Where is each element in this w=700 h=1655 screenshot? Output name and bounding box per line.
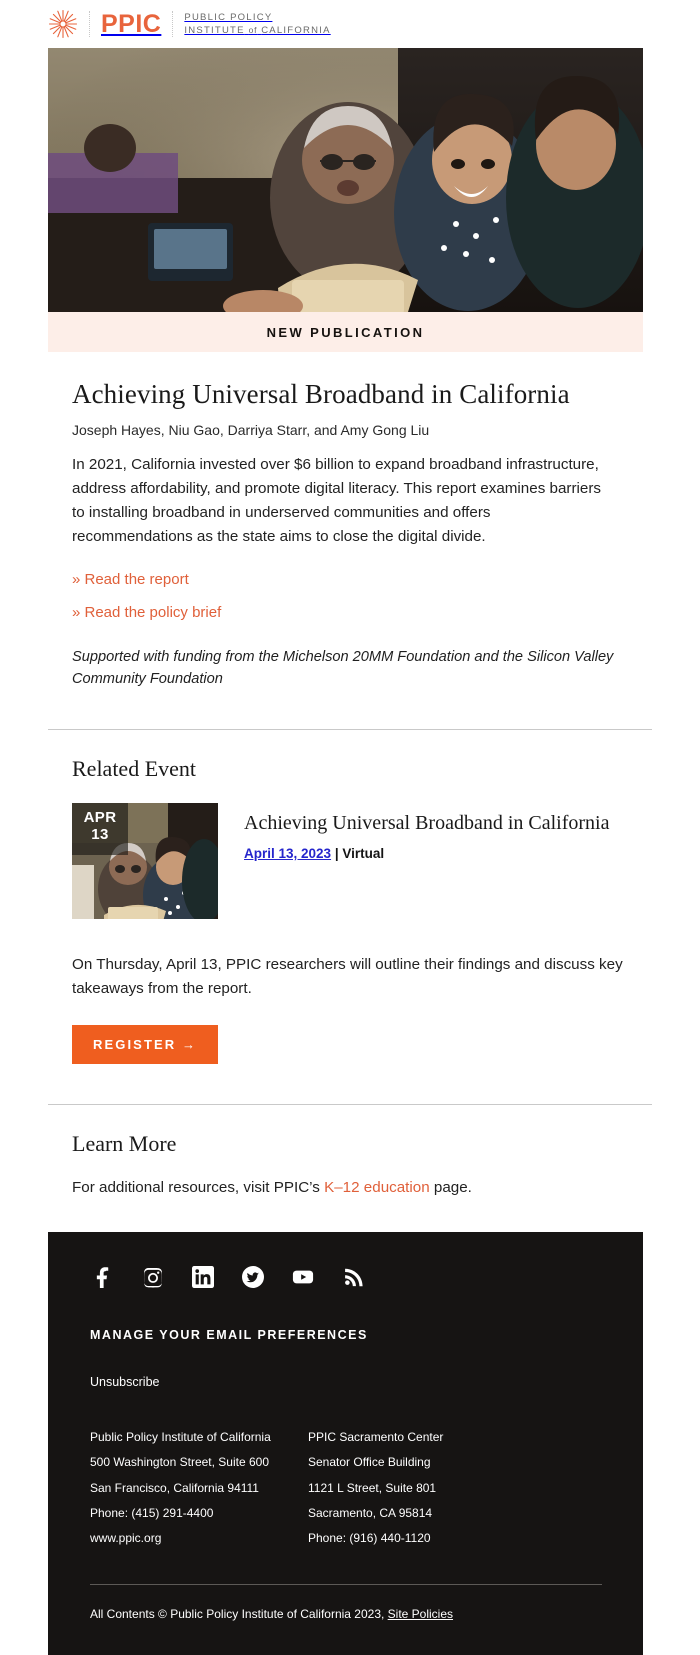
facebook-icon[interactable] — [90, 1264, 116, 1290]
logo-divider-2 — [172, 11, 174, 37]
address-line: Sacramento, CA 95814 — [308, 1505, 433, 1520]
learn-more-text: For additional resources, visit PPIC’s K… — [72, 1176, 640, 1200]
related-event-heading: Related Event — [72, 756, 197, 782]
social-links — [90, 1264, 643, 1290]
read-report-row: » Read the report — [72, 571, 640, 589]
website-link[interactable]: www.ppic.org — [90, 1526, 308, 1551]
logo-divider — [89, 11, 90, 37]
badge-month: APR — [83, 809, 117, 827]
address-line: Public Policy Institute of California — [90, 1429, 271, 1444]
read-policy-brief-link[interactable]: » Read the policy brief — [72, 604, 221, 621]
ppic-wordmark: PPIC — [101, 9, 162, 38]
email-page: PPIC PUBLIC POLICY INSTITUTE of CALIFORN… — [0, 0, 700, 1655]
learn-more-suffix: page. — [429, 1179, 472, 1197]
email-footer: MANAGE YOUR EMAIL PREFERENCES Unsubscrib… — [48, 1231, 643, 1655]
site-policies-link[interactable]: Site Policies — [388, 1607, 453, 1621]
unsubscribe-link[interactable]: Unsubscribe — [90, 1375, 159, 1389]
event-thumbnail[interactable]: APR 13 — [72, 803, 218, 920]
address-line: San Francisco, California 94111 — [90, 1480, 259, 1495]
event-card: APR 13 Achieving Universal Broadband in … — [72, 803, 640, 920]
publication-section: Achieving Universal Broadband in Califor… — [0, 352, 700, 691]
org-name: PUBLIC POLICY INSTITUTE of CALIFORNIA — [184, 11, 330, 38]
address-sacramento: PPIC Sacramento Center Senator Office Bu… — [308, 1425, 443, 1552]
register-button[interactable]: REGISTER → — [72, 1025, 219, 1065]
address-line: Phone: (916) 440-1120 — [308, 1531, 431, 1546]
copyright-text: All Contents © Public Policy Institute o… — [90, 1606, 388, 1621]
read-brief-row: » Read the policy brief — [72, 604, 640, 622]
page-title: Achieving Universal Broadband in Califor… — [72, 379, 570, 409]
section-divider-1 — [48, 729, 652, 731]
k12-education-link[interactable]: K–12 education — [324, 1179, 430, 1196]
learn-more-heading: Learn More — [72, 1131, 177, 1157]
related-event-section: Related Event APR 13 Achieving Universal… — [0, 756, 700, 1065]
event-title-link[interactable]: Achieving Universal Broadband in Califor… — [244, 812, 609, 834]
event-details: Achieving Universal Broadband in Califor… — [244, 803, 609, 919]
learn-more-section: Learn More For additional resources, vis… — [0, 1131, 700, 1200]
footer-addresses: Public Policy Institute of California 50… — [90, 1425, 643, 1552]
publication-summary: In 2021, California invested over $6 bil… — [72, 456, 601, 546]
read-report-link[interactable]: » Read the report — [72, 571, 189, 588]
starburst-icon — [48, 9, 78, 39]
ppic-logo[interactable]: PPIC PUBLIC POLICY INSTITUTE of CALIFORN… — [48, 9, 331, 39]
linkedin-icon[interactable] — [190, 1264, 216, 1290]
new-publication-band: NEW PUBLICATION — [48, 312, 643, 352]
org-line-2: INSTITUTE of CALIFORNIA — [184, 25, 331, 36]
authors-line: Joseph Hayes, Niu Gao, Darriya Starr, an… — [72, 421, 430, 438]
instagram-icon[interactable] — [140, 1264, 166, 1290]
address-line: Senator Office Building — [308, 1455, 431, 1470]
rss-icon[interactable] — [340, 1264, 366, 1290]
address-line: PPIC Sacramento Center — [308, 1429, 444, 1444]
manage-preferences-heading: MANAGE YOUR EMAIL PREFERENCES — [90, 1327, 368, 1342]
event-format: Virtual — [342, 846, 385, 862]
new-publication-label: NEW PUBLICATION — [266, 324, 425, 340]
event-date-badge: APR 13 — [72, 803, 128, 856]
section-divider-2 — [48, 1104, 652, 1106]
event-meta: April 13, 2023 | Virtual — [244, 846, 609, 861]
address-line: 500 Washington Street, Suite 600 — [90, 1455, 270, 1470]
address-line: Phone: (415) 291-4400 — [90, 1505, 214, 1520]
funding-note: Supported with funding from the Michelso… — [72, 649, 614, 688]
badge-day: 13 — [91, 825, 109, 843]
learn-more-prefix: For additional resources, visit PPIC’s — [72, 1179, 325, 1197]
address-sf: Public Policy Institute of California 50… — [90, 1425, 308, 1552]
org-line-1: PUBLIC POLICY — [184, 11, 273, 23]
youtube-icon[interactable] — [290, 1264, 316, 1290]
event-meta-separator: | — [331, 846, 343, 862]
twitter-icon[interactable] — [240, 1264, 266, 1290]
address-line: 1121 L Street, Suite 801 — [308, 1480, 437, 1495]
copyright: All Contents © Public Policy Institute o… — [90, 1607, 643, 1621]
event-date-link[interactable]: April 13, 2023 — [244, 846, 331, 861]
footer-divider — [90, 1583, 602, 1585]
event-description: On Thursday, April 13, PPIC researchers … — [72, 956, 623, 998]
hero-image — [48, 48, 643, 312]
email-header: PPIC PUBLIC POLICY INSTITUTE of CALIFORN… — [0, 0, 700, 48]
